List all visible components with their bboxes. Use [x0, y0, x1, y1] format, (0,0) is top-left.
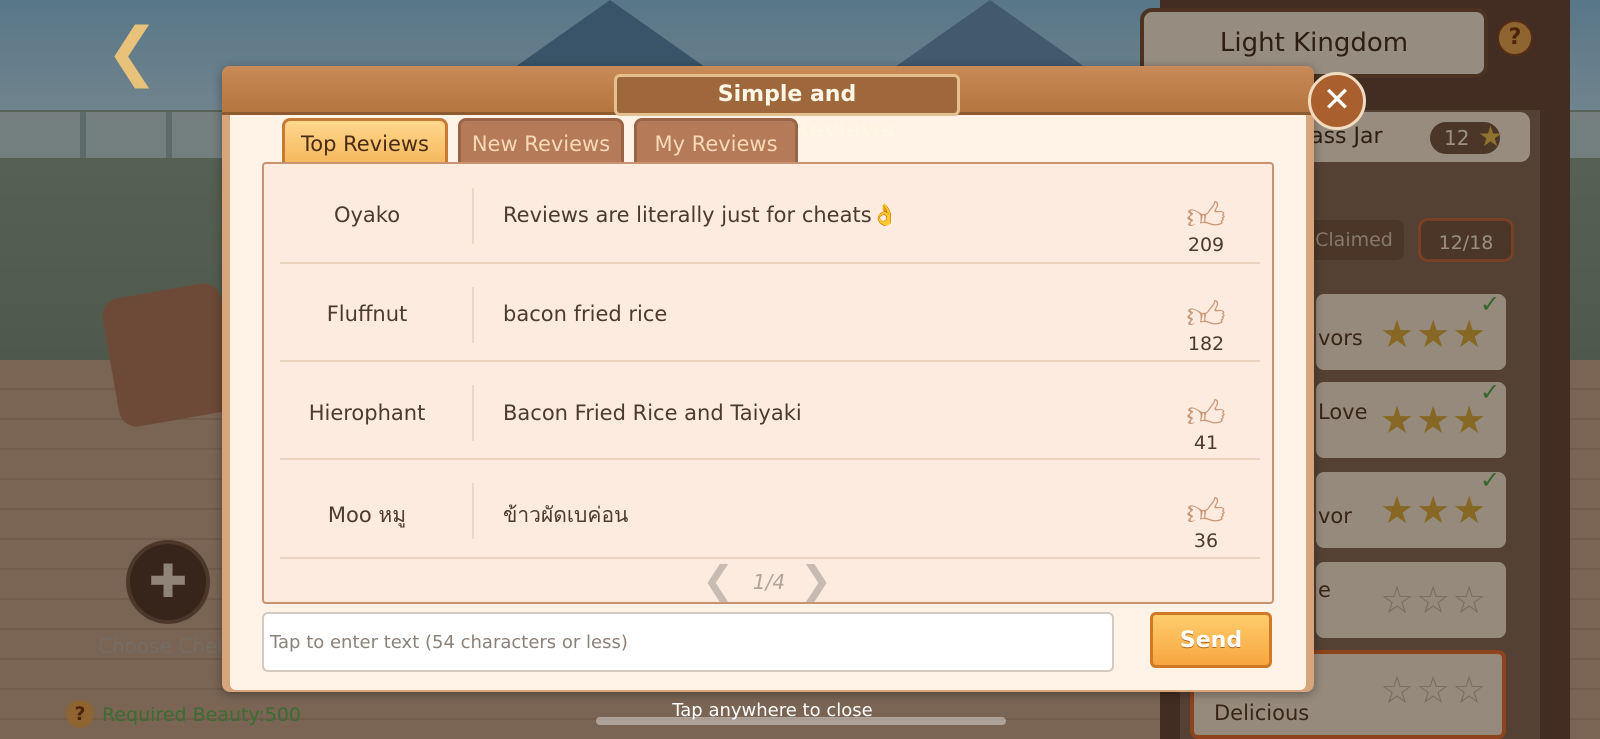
like-count: 209 [1187, 234, 1225, 256]
send-button[interactable]: Send [1150, 612, 1272, 668]
tab-my-reviews[interactable]: My Reviews [634, 118, 798, 162]
review-username: Hierophant [308, 401, 426, 425]
review-text: Reviews are literally just for cheats👌 [503, 203, 898, 227]
like-count: 41 [1193, 432, 1219, 454]
chevron-right-icon[interactable]: ❯ [798, 561, 834, 600]
row-divider [280, 458, 1260, 460]
divider [472, 483, 474, 539]
review-input[interactable] [262, 612, 1114, 672]
row-divider [280, 360, 1260, 362]
review-text: Bacon Fried Rice and Taiyaki [503, 401, 802, 425]
review-text: bacon fried rice [503, 302, 668, 326]
review-text: ข้าวผัดเบค่อน [503, 503, 629, 527]
review-username: Oyako [333, 203, 401, 227]
tab-new-reviews[interactable]: New Reviews [458, 118, 624, 162]
row-divider [280, 262, 1260, 264]
review-username: Moo หมู [327, 503, 407, 527]
divider [472, 188, 474, 244]
page-indicator: 1/4 [752, 570, 786, 594]
divider [472, 385, 474, 441]
row-divider [280, 557, 1260, 559]
chevron-left-icon[interactable]: ❮ [700, 561, 736, 600]
back-arrow-icon[interactable]: ❮ [92, 20, 172, 84]
dialog-title: Simple and DeliciousReviews [614, 74, 960, 143]
like-count: 36 [1193, 530, 1219, 552]
home-indicator[interactable] [596, 717, 1006, 725]
divider [472, 287, 474, 343]
like-count: 182 [1187, 333, 1225, 355]
review-username: Fluffnut [326, 302, 408, 326]
close-icon[interactable]: ✕ [1308, 72, 1366, 130]
tab-top-reviews[interactable]: Top Reviews [282, 118, 448, 162]
